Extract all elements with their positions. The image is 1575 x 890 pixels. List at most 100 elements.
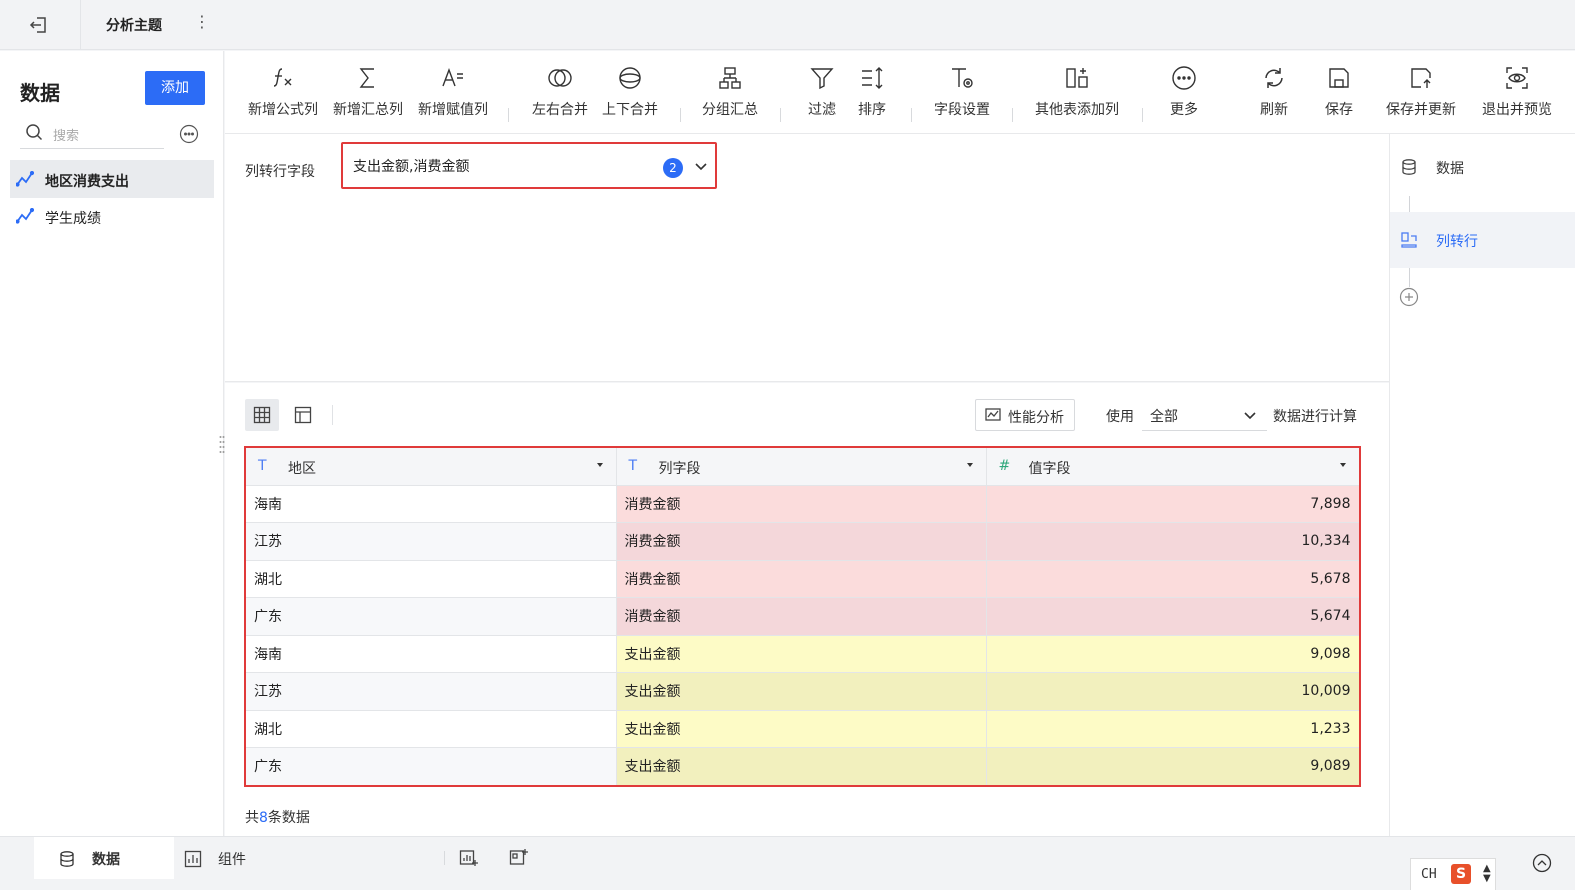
row-scope-value: 全部 [1150, 409, 1178, 425]
toolbar-divider [780, 108, 781, 122]
cell-value: 9,098 [986, 635, 1359, 673]
table-row: 广东 支出金额 9,089 [246, 747, 1359, 785]
caret-down-icon[interactable] [596, 461, 604, 469]
unpivot-config-panel: 列转行字段 支出金额,消费金额 2 [225, 134, 1389, 382]
ime-logo: S [1451, 864, 1471, 884]
performance-analysis-button[interactable]: 性能分析 [975, 399, 1075, 431]
exit-icon[interactable] [28, 14, 50, 36]
cell-column-field: 支出金额 [616, 635, 987, 673]
top-bar: 分析主题 ⋮ [0, 0, 1575, 50]
merge-horizontal-button[interactable]: 左右合并 [526, 65, 594, 125]
search-placeholder: 搜索 [53, 129, 80, 144]
refresh-icon [1265, 68, 1283, 88]
tool-label: 更多 [1170, 102, 1198, 118]
add-assign-column-button[interactable]: 新增赋值列 [413, 65, 493, 125]
performance-label: 性能分析 [1008, 410, 1064, 426]
filter-button[interactable]: 过滤 [797, 65, 847, 125]
table-row: 湖北 消费金额 5,678 [246, 560, 1359, 598]
collapse-up-icon[interactable] [1532, 853, 1552, 873]
sum-icon [359, 68, 374, 88]
title-more-icon[interactable]: ⋮ [194, 12, 210, 31]
tool-label: 刷新 [1260, 102, 1288, 118]
add-summary-column-button[interactable]: 新增汇总列 [328, 65, 408, 125]
layout-view-button[interactable] [286, 399, 320, 431]
input-method-indicator[interactable]: CH S ▲ ▼ [1410, 858, 1496, 890]
data-table: T 地区 T 列字段 # 值字段 海南 消费金额 7,898 江苏 消费金额 1… [244, 446, 1361, 787]
add-component-icon[interactable] [459, 848, 479, 868]
tab-components[interactable]: 组件 [160, 837, 300, 879]
add-column-from-table-button[interactable]: 其他表添加列 [1027, 65, 1127, 125]
text-type-icon: T [258, 458, 267, 474]
cell-value: 7,898 [986, 485, 1359, 523]
add-formula-column-button[interactable]: 新增公式列 [243, 65, 323, 125]
sidebar-item-student-scores[interactable]: 学生成绩 [10, 197, 214, 235]
merge-vertical-icon [619, 67, 641, 89]
group-summary-icon [719, 67, 741, 89]
column-header-region[interactable]: T 地区 [246, 448, 617, 486]
cell-column-field: 支出金额 [616, 710, 987, 748]
add-button[interactable]: 添加 [145, 71, 205, 105]
save-button[interactable]: 保存 [1314, 65, 1364, 125]
caret-down-icon[interactable] [966, 461, 974, 469]
cell-region: 海南 [246, 635, 617, 673]
tool-label: 退出并预览 [1482, 102, 1552, 118]
group-summary-button[interactable]: 分组汇总 [695, 65, 765, 125]
column-header-label: 值字段 [1028, 461, 1071, 477]
sidebar-item-label: 地区消费支出 [45, 174, 129, 190]
table-row: 海南 支出金额 9,098 [246, 635, 1359, 673]
tool-label: 保存 [1325, 102, 1353, 118]
panel-resize-handle-icon[interactable] [219, 435, 225, 453]
add-dashboard-icon[interactable] [509, 848, 529, 868]
tool-label: 分组汇总 [702, 102, 758, 118]
number-type-icon: # [998, 458, 1011, 474]
tool-label: 保存并更新 [1386, 102, 1456, 118]
row-count-prefix: 共 [245, 810, 259, 826]
exit-and-preview-button[interactable]: 退出并预览 [1475, 65, 1559, 125]
step-data[interactable]: 数据 [1390, 139, 1575, 195]
options-icon[interactable] [179, 124, 199, 144]
field-settings-button[interactable]: 字段设置 [926, 65, 998, 125]
merge-vertical-button[interactable]: 上下合并 [596, 65, 664, 125]
unpivot-field-select[interactable]: 支出金额,消费金额 2 [341, 142, 717, 189]
tab-data[interactable]: 数据 [34, 837, 174, 879]
cell-value: 10,009 [986, 672, 1359, 711]
text-type-icon: T [628, 458, 638, 474]
more-button[interactable]: 更多 [1159, 65, 1209, 125]
sidebar-heading: 数据 [20, 81, 60, 105]
line-chart-icon [16, 208, 34, 224]
step-unpivot[interactable]: 列转行 [1390, 212, 1575, 268]
search-input[interactable]: 搜索 [20, 119, 164, 149]
table-row: 江苏 消费金额 10,334 [246, 522, 1359, 561]
toolbar-divider [680, 108, 681, 122]
column-header-column-field[interactable]: T 列字段 [616, 448, 987, 486]
cell-value: 9,089 [986, 747, 1359, 785]
cell-region: 江苏 [246, 672, 617, 711]
save-and-update-button[interactable]: 保存并更新 [1379, 65, 1463, 125]
sort-button[interactable]: 排序 [847, 65, 897, 125]
sidebar-item-regional-spending[interactable]: 地区消费支出 [10, 160, 214, 198]
unpivot-field-label: 列转行字段 [245, 164, 315, 180]
data-sidebar: 数据 添加 搜索 地区消费支出 学生成绩 [0, 51, 224, 836]
table-row: 海南 消费金额 7,898 [246, 485, 1359, 523]
tool-label: 新增赋值列 [418, 102, 488, 118]
caret-down-icon[interactable] [1339, 461, 1347, 469]
cell-region: 湖北 [246, 560, 617, 598]
grid-view-button[interactable] [245, 399, 279, 431]
save-icon [1329, 68, 1349, 88]
performance-icon [985, 408, 1001, 421]
step-connector [1409, 268, 1410, 287]
add-step-icon[interactable] [1399, 287, 1419, 307]
ime-language: CH [1421, 867, 1437, 882]
cell-value: 10,334 [986, 522, 1359, 561]
step-rail: 数据 列转行 [1389, 134, 1575, 836]
cell-value: 5,678 [986, 560, 1359, 598]
tool-label: 新增汇总列 [333, 102, 403, 118]
cell-column-field: 支出金额 [616, 747, 987, 785]
use-label: 使用 [1106, 409, 1134, 425]
refresh-button[interactable]: 刷新 [1249, 65, 1299, 125]
field-settings-icon [952, 68, 973, 88]
cell-column-field: 消费金额 [616, 485, 987, 523]
tool-label: 过滤 [808, 102, 836, 118]
row-scope-select[interactable]: 全部 [1142, 399, 1267, 431]
column-header-value-field[interactable]: # 值字段 [986, 448, 1359, 486]
